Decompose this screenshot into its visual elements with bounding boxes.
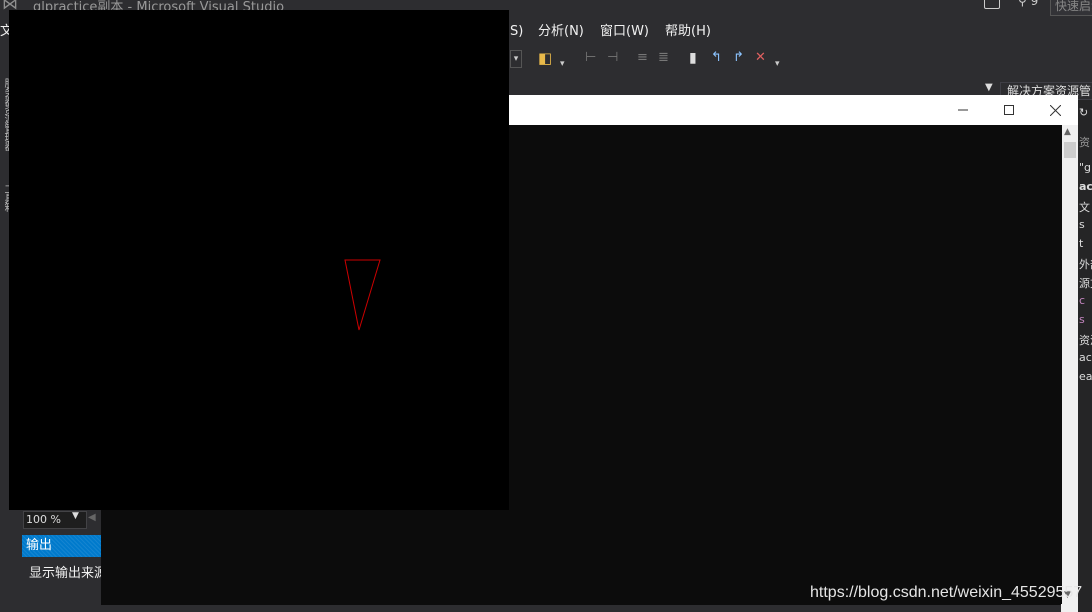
refresh-icon[interactable]: ↻ <box>1079 106 1088 119</box>
close-button[interactable] <box>1032 95 1078 125</box>
list-item[interactable]: ea <box>1079 370 1092 383</box>
scroll-left-icon[interactable]: ◀ <box>88 512 96 523</box>
minimize-icon <box>958 109 968 111</box>
list-item[interactable]: "g <box>1079 161 1091 174</box>
console-scrollbar[interactable] <box>1062 125 1078 605</box>
bookmark-icon[interactable]: ▮ <box>689 50 697 66</box>
feedback-count-value: 9 <box>1030 0 1039 8</box>
notifications-icon[interactable] <box>984 0 1000 9</box>
menu-analyze[interactable]: 分析(N) <box>538 22 584 42</box>
menu-help[interactable]: 帮助(H) <box>665 22 711 42</box>
chevron-down-icon[interactable]: ▼ <box>72 511 79 521</box>
resize-grip[interactable] <box>1061 604 1078 612</box>
indent-icon[interactable]: ⊢ <box>585 50 596 66</box>
list-item[interactable]: 源文 <box>1079 275 1092 291</box>
previous-bookmark-icon[interactable]: ↰ <box>711 50 722 66</box>
console-title-bar[interactable] <box>508 95 1078 125</box>
comment-icon[interactable]: ≡ <box>637 50 648 66</box>
list-item[interactable]: 文 <box>1079 199 1090 215</box>
maximize-button[interactable] <box>986 95 1032 125</box>
tab-output[interactable]: 输出 <box>22 535 101 557</box>
menu-test[interactable]: S) <box>510 22 523 42</box>
minimize-button[interactable] <box>940 95 986 125</box>
solution-explorer-panel: ↻ 资 "g ac 文 s t 外部 源文 c s 资源 ac ea <box>1078 100 1092 612</box>
scrollbar-thumb[interactable] <box>1064 142 1076 158</box>
watermark: https://blog.csdn.net/weixin_45529557 <box>810 584 1083 601</box>
list-item[interactable]: ac <box>1079 351 1092 364</box>
outdent-icon[interactable]: ⊣ <box>607 50 618 66</box>
toolbar-overflow-icon[interactable]: ▾ <box>560 56 565 72</box>
scroll-up-icon[interactable]: ▲ <box>1064 127 1071 137</box>
maximize-icon <box>1004 105 1014 115</box>
list-item[interactable]: s <box>1079 218 1085 231</box>
list-item[interactable]: s <box>1079 313 1085 326</box>
next-bookmark-icon[interactable]: ↱ <box>733 50 744 66</box>
list-item[interactable]: c <box>1079 294 1085 307</box>
opengl-render-window[interactable] <box>9 10 509 510</box>
uncomment-icon[interactable]: ≣ <box>658 50 669 66</box>
list-item[interactable]: ac <box>1079 180 1092 193</box>
toolbar-overflow-icon-2[interactable]: ▾ <box>775 56 780 72</box>
list-item[interactable]: 外部 <box>1079 256 1092 272</box>
clear-bookmarks-icon[interactable]: ✕ <box>755 50 766 66</box>
toolbar-dropdown[interactable]: ▾ <box>510 50 522 68</box>
close-icon <box>1049 104 1061 116</box>
show-output-source-label: 显示输出来源 <box>29 566 108 581</box>
chevron-down-icon[interactable]: ▼ <box>985 82 993 93</box>
list-item[interactable]: 资源 <box>1079 332 1092 348</box>
status-strip <box>101 605 1078 612</box>
red-triangle-outline <box>344 259 381 331</box>
quick-launch-input[interactable]: 快速启动 <box>1050 0 1092 16</box>
gl-canvas <box>344 259 381 331</box>
menu-window[interactable]: 窗口(W) <box>600 22 649 42</box>
feedback-count[interactable]: ⚲ 9 <box>1018 0 1038 8</box>
list-item[interactable]: t <box>1079 237 1083 250</box>
list-item[interactable]: 资 <box>1079 134 1090 150</box>
find-in-files-icon[interactable]: ◧ <box>538 50 552 66</box>
